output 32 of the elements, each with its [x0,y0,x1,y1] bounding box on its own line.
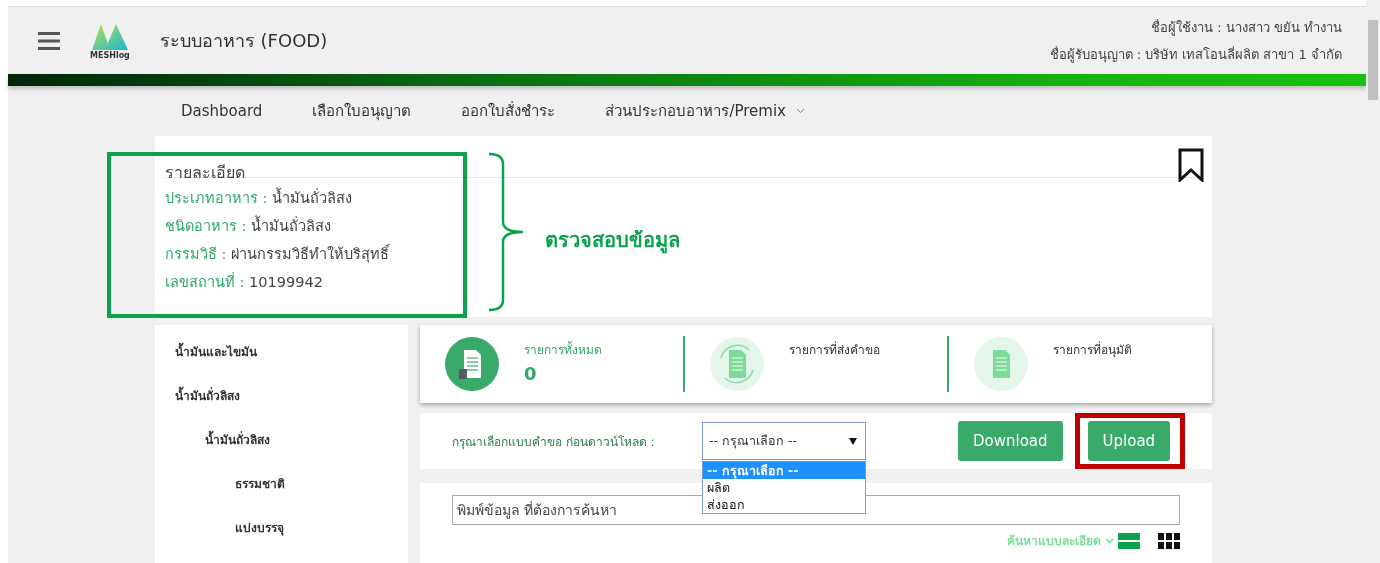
dropdown-option[interactable]: ผลิต [703,479,865,496]
sidebar-item[interactable]: น้ำมันและไขมัน [155,337,408,381]
app-title: ระบบอาหาร (FOOD) [159,29,328,53]
detail-field: ประเภทอาหาร : น้ำมันถั่วลิสง [165,186,1202,209]
dropdown-option[interactable]: ส่งออก [703,496,865,513]
bookmark-icon[interactable] [1178,148,1204,182]
stat-label: รายการที่อนุมัติ [1053,340,1133,359]
chevron-down-icon [795,108,805,114]
nav-link[interactable]: เลือกใบอนุญาต [312,99,412,123]
sidebar-item[interactable]: น้ำมันถั่วลิสง [155,381,408,425]
chevron-down-icon [1105,537,1114,544]
request-type-select[interactable]: -- กรุณาเลือก -- [702,422,866,460]
list-view-icon[interactable] [1118,532,1140,549]
stat-label: รายการทั้งหมด [524,340,602,359]
sidebar-item[interactable]: น้ำมันถั่วลิสง [155,425,408,469]
menu-icon[interactable] [38,31,60,50]
stat-value: 0 [524,363,538,384]
sidebar-item[interactable]: ธรรมชาติ [155,469,408,513]
nav-link[interactable]: Dashboard [181,102,263,120]
grid-view-icon[interactable] [1158,532,1180,549]
form-label: กรุณาเลือกแบบคำขอ ก่อนดาวน์โหลด : [452,433,656,451]
user-name: ชื่อผู้ใช้งาน : นางสาว ขยัน ทำงาน [1151,18,1342,38]
licensee-name: ชื่อผู้รับอนุญาต : บริษัท เทสโอนลี่ผลิต สาขา 1 จำกัด [1049,45,1342,65]
detail-field: เลขสถานที่ : 10199942 [165,270,1202,293]
details-heading: รายละเอียด [165,162,245,184]
dropdown-arrow-icon [849,437,857,445]
nav-link[interactable]: ส่วนประกอบอาหาร/Premix [605,99,805,123]
scrollbar[interactable] [1366,0,1380,563]
stat-label: รายการที่ส่งคำขอ [788,340,880,359]
logo-text: MESHlog [90,50,130,60]
sidebar-item[interactable]: แบ่งบรรจุ [155,513,408,557]
nav-link[interactable]: ออกใบสั่งชำระ [461,99,556,123]
